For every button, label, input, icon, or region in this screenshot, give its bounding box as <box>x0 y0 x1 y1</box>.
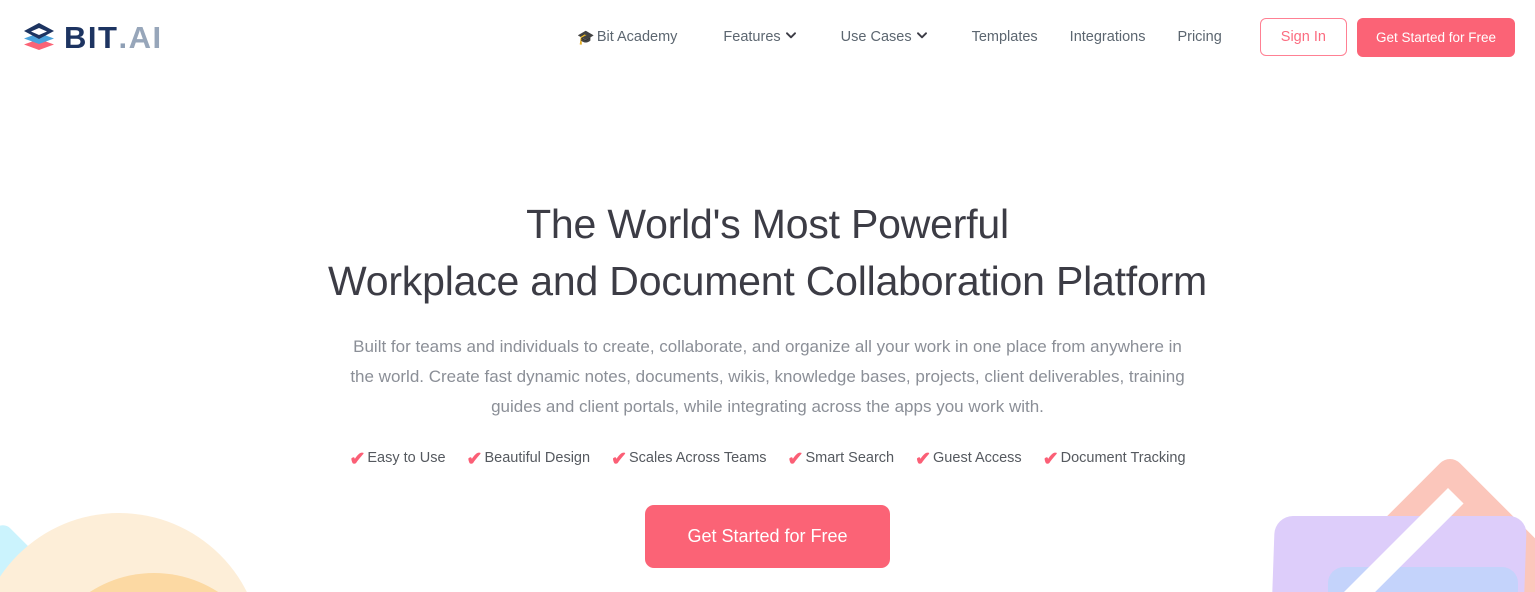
check-icon: ✔ <box>1042 448 1059 470</box>
feature-item-beautiful-design: ✔ Beautiful Design <box>466 448 591 470</box>
feature-item-easy-to-use: ✔ Easy to Use <box>349 448 446 470</box>
brand-logo[interactable]: BIT. AI <box>22 21 163 53</box>
check-icon: ✔ <box>466 448 483 470</box>
nav-item-label: Features <box>723 29 781 45</box>
brand-text-dot: . <box>118 19 129 55</box>
nav-item-bit-academy[interactable]: 🎓 Bit Academy <box>561 21 693 53</box>
hero-subtitle: Built for teams and individuals to creat… <box>350 337 1185 416</box>
decor-blue-card <box>1328 567 1518 592</box>
nav-item-integrations[interactable]: Integrations <box>1054 21 1162 53</box>
hero-section: The World's Most Powerful Workplace and … <box>0 74 1535 568</box>
chevron-down-icon <box>916 31 927 41</box>
check-icon: ✔ <box>787 448 804 470</box>
check-icon: ✔ <box>349 448 366 470</box>
feature-item-scales-across-teams: ✔ Scales Across Teams <box>611 448 767 470</box>
nav-item-label: Integrations <box>1069 29 1146 45</box>
hero-title-line-2: Workplace and Document Collaboration Pla… <box>327 257 1207 304</box>
brand-text-bit: BIT <box>64 19 119 55</box>
decor-orange-circle <box>36 573 272 592</box>
feature-item-label: Smart Search <box>805 450 895 467</box>
check-icon: ✔ <box>915 448 932 470</box>
feature-item-smart-search: ✔ Smart Search <box>787 448 895 470</box>
nav-item-features[interactable]: Features <box>707 21 810 53</box>
feature-item-document-tracking: ✔ Document Tracking <box>1042 448 1186 470</box>
get-started-button-hero[interactable]: Get Started for Free <box>645 504 890 568</box>
nav-item-templates[interactable]: Templates <box>956 21 1054 53</box>
layered-stack-icon <box>22 21 56 53</box>
feature-item-label: Easy to Use <box>367 450 446 467</box>
nav-item-label: Templates <box>971 29 1038 45</box>
feature-item-label: Scales Across Teams <box>628 450 767 467</box>
feature-highlight-list: ✔ Easy to Use ✔ Beautiful Design ✔ Scale… <box>0 448 1535 470</box>
feature-item-label: Guest Access <box>933 450 1022 467</box>
page-title: The World's Most Powerful Workplace and … <box>0 196 1535 309</box>
nav-item-label: Bit Academy <box>596 29 678 45</box>
brand-text-ai: AI <box>128 19 163 55</box>
nav-item-pricing[interactable]: Pricing <box>1161 21 1237 53</box>
sign-in-button[interactable]: Sign In <box>1259 18 1347 56</box>
feature-item-guest-access: ✔ Guest Access <box>915 448 1022 470</box>
get-started-button-header[interactable]: Get Started for Free <box>1356 17 1515 57</box>
graduation-cap-icon: 🎓 <box>577 29 595 45</box>
nav-item-label: Use Cases <box>840 29 912 45</box>
nav-item-label: Pricing <box>1177 29 1222 45</box>
feature-item-label: Document Tracking <box>1060 450 1186 467</box>
brand-wordmark: BIT. AI <box>64 22 163 53</box>
main-navigation: 🎓 Bit Academy Features Use Cases Templat… <box>561 17 1515 57</box>
check-icon: ✔ <box>611 448 627 470</box>
nav-item-use-cases[interactable]: Use Cases <box>825 21 942 53</box>
site-header: BIT. AI 🎓 Bit Academy Features Use Cases … <box>0 0 1535 74</box>
chevron-down-icon <box>785 31 796 41</box>
feature-item-label: Beautiful Design <box>484 450 591 467</box>
hero-title-line-1: The World's Most Powerful <box>526 201 1009 247</box>
